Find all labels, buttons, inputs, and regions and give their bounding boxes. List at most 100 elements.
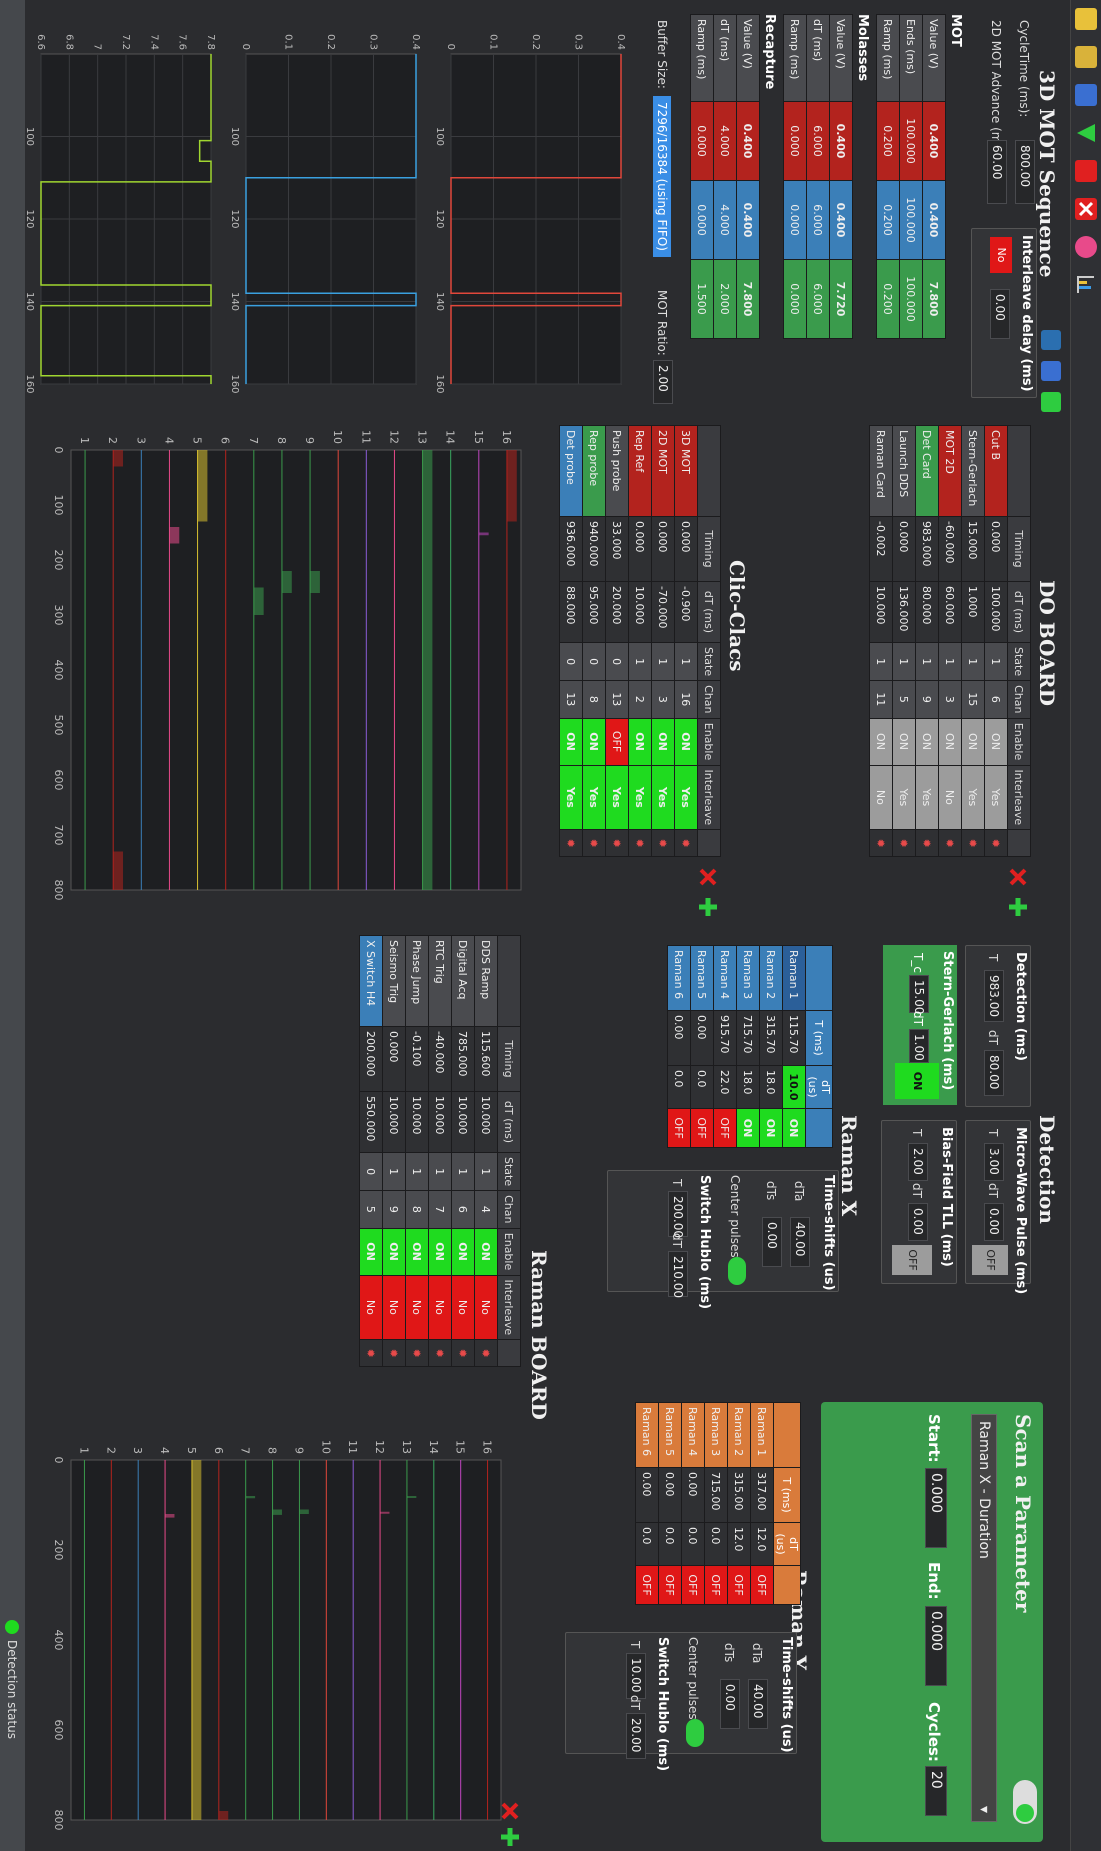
pulse-name[interactable]: Raman 6 — [635, 1402, 659, 1468]
add-icon[interactable] — [1041, 392, 1061, 413]
pulse-time[interactable]: 317.00 — [750, 1467, 774, 1523]
state-cell[interactable]: 1 — [869, 642, 893, 681]
chan-cell[interactable]: 5 — [892, 680, 916, 718]
pulse-enable-toggle[interactable]: OFF — [658, 1565, 682, 1605]
value-cell[interactable]: 0.400 — [922, 101, 946, 181]
pulse-name[interactable]: Raman 2 — [759, 945, 783, 1011]
settings-gear-icon[interactable]: ✹ — [628, 829, 652, 857]
channel-name[interactable]: Raman Card — [869, 425, 893, 517]
channel-name[interactable]: DDS Ramp — [474, 935, 498, 1027]
pulse-duration[interactable]: 12.0 — [727, 1522, 751, 1566]
settings-gear-icon[interactable]: ✹ — [359, 1339, 383, 1367]
chan-cell[interactable]: 2 — [628, 680, 652, 718]
pulse-enable-toggle[interactable]: ON — [782, 1108, 806, 1148]
interleave-toggle[interactable]: No — [990, 237, 1012, 273]
enable-toggle[interactable]: OFF — [605, 718, 629, 765]
settings-gear-icon[interactable]: ✹ — [869, 829, 893, 857]
interleave-toggle[interactable]: Yes — [961, 765, 985, 830]
pulse-time[interactable]: 915.70 — [713, 1010, 737, 1066]
enable-toggle[interactable]: ON — [451, 1228, 475, 1275]
chan-cell[interactable]: 5 — [359, 1190, 383, 1228]
advance-input[interactable]: 60.00 — [987, 140, 1007, 204]
channel-name[interactable]: 2D MOT — [651, 425, 675, 517]
settings-gear-icon[interactable]: ✹ — [651, 829, 675, 857]
state-cell[interactable]: 1 — [961, 642, 985, 681]
settings-gear-icon[interactable]: ✹ — [961, 829, 985, 857]
enable-toggle[interactable]: ON — [405, 1228, 429, 1275]
timing-cell[interactable]: 33.000 — [605, 516, 629, 582]
timing-cell[interactable]: 785.000 — [451, 1026, 475, 1092]
chan-cell[interactable]: 15 — [961, 680, 985, 718]
interleave-toggle[interactable]: Yes — [674, 765, 698, 830]
mw-dt-input[interactable]: 0.00 — [984, 1203, 1004, 1241]
pulse-time[interactable]: 715.00 — [704, 1467, 728, 1523]
timing-cell[interactable]: 983.000 — [915, 516, 939, 582]
pulse-enable-toggle[interactable]: OFF — [667, 1108, 691, 1148]
ry-hublo-dt-input[interactable]: 20.00 — [626, 1713, 646, 1759]
interleave-input[interactable]: 0.00 — [990, 289, 1010, 339]
dt-cell[interactable]: 10.000 — [474, 1091, 498, 1153]
timing-cell[interactable]: 0.000 — [651, 516, 675, 582]
channel-name[interactable]: Seismo Trig — [382, 935, 406, 1027]
channel-name[interactable]: Push probe — [605, 425, 629, 517]
chan-cell[interactable]: 16 — [674, 680, 698, 718]
rx-dts-input[interactable]: 0.00 — [762, 1217, 782, 1267]
interleave-toggle[interactable]: Yes — [559, 765, 583, 830]
pulse-time[interactable]: 0.00 — [635, 1467, 659, 1523]
value-cell[interactable]: 100.000 — [899, 259, 923, 339]
value-cell[interactable]: 6.000 — [806, 259, 830, 339]
chan-cell[interactable]: 9 — [382, 1190, 406, 1228]
mw-t-input[interactable]: 3.00 — [984, 1143, 1004, 1181]
do-board-add-icon[interactable] — [1007, 896, 1029, 918]
det-t-input[interactable]: 983.00 — [984, 970, 1004, 1022]
dt-cell[interactable]: 10.000 — [628, 581, 652, 643]
chan-cell[interactable]: 4 — [474, 1190, 498, 1228]
rx-center-toggle[interactable] — [728, 1257, 746, 1285]
state-cell[interactable]: 1 — [474, 1152, 498, 1191]
pulse-enable-toggle[interactable]: OFF — [727, 1565, 751, 1605]
timing-cell[interactable]: 940.000 — [582, 516, 606, 582]
bias-dt-input[interactable]: 0.00 — [908, 1203, 928, 1241]
interleave-toggle[interactable]: No — [938, 765, 962, 830]
pulse-time[interactable]: 315.70 — [759, 1010, 783, 1066]
timing-cell[interactable]: -0.002 — [869, 516, 893, 582]
state-cell[interactable]: 1 — [651, 642, 675, 681]
channel-name[interactable]: Rep Ref — [628, 425, 652, 517]
channel-name[interactable]: Digital Acq — [451, 935, 475, 1027]
enable-toggle[interactable]: ON — [938, 718, 962, 765]
close-icon[interactable] — [1075, 198, 1097, 220]
dt-cell[interactable]: 100.000 — [984, 581, 1008, 643]
interleave-toggle[interactable]: Yes — [582, 765, 606, 830]
value-cell[interactable]: 6.000 — [806, 101, 830, 181]
enable-toggle[interactable]: ON — [628, 718, 652, 765]
timing-cell[interactable]: 115.600 — [474, 1026, 498, 1092]
enable-toggle[interactable]: ON — [674, 718, 698, 765]
channel-name[interactable]: MOT 2D — [938, 425, 962, 517]
det-dt-input[interactable]: 80.00 — [984, 1050, 1004, 1096]
pulse-duration[interactable]: 18.0 — [736, 1065, 760, 1109]
state-cell[interactable]: 1 — [674, 642, 698, 681]
interleave-toggle[interactable]: Yes — [892, 765, 916, 830]
pulse-enable-toggle[interactable]: OFF — [704, 1565, 728, 1605]
value-cell[interactable]: 0.400 — [829, 180, 853, 260]
interleave-toggle[interactable]: Yes — [915, 765, 939, 830]
value-cell[interactable]: 0.000 — [783, 101, 807, 181]
state-cell[interactable]: 1 — [451, 1152, 475, 1191]
scan-end-input[interactable]: 0.000 — [925, 1606, 947, 1686]
value-cell[interactable]: 4.000 — [713, 101, 737, 181]
value-cell[interactable]: 6.000 — [806, 180, 830, 260]
interleave-toggle[interactable]: Yes — [651, 765, 675, 830]
enable-toggle[interactable]: ON — [559, 718, 583, 765]
value-cell[interactable]: 0.000 — [783, 180, 807, 260]
pulse-time[interactable]: 115.70 — [782, 1010, 806, 1066]
timing-cell[interactable]: -60.000 — [938, 516, 962, 582]
enable-toggle[interactable]: ON — [359, 1228, 383, 1275]
chan-cell[interactable]: 6 — [451, 1190, 475, 1228]
timing-cell[interactable]: -0.100 — [405, 1026, 429, 1092]
dt-cell[interactable]: 95.000 — [582, 581, 606, 643]
state-cell[interactable]: 1 — [984, 642, 1008, 681]
value-cell[interactable]: 0.000 — [783, 259, 807, 339]
state-cell[interactable]: 1 — [382, 1152, 406, 1191]
settings-gear-icon[interactable]: ✹ — [559, 829, 583, 857]
dt-cell[interactable]: 10.000 — [382, 1091, 406, 1153]
